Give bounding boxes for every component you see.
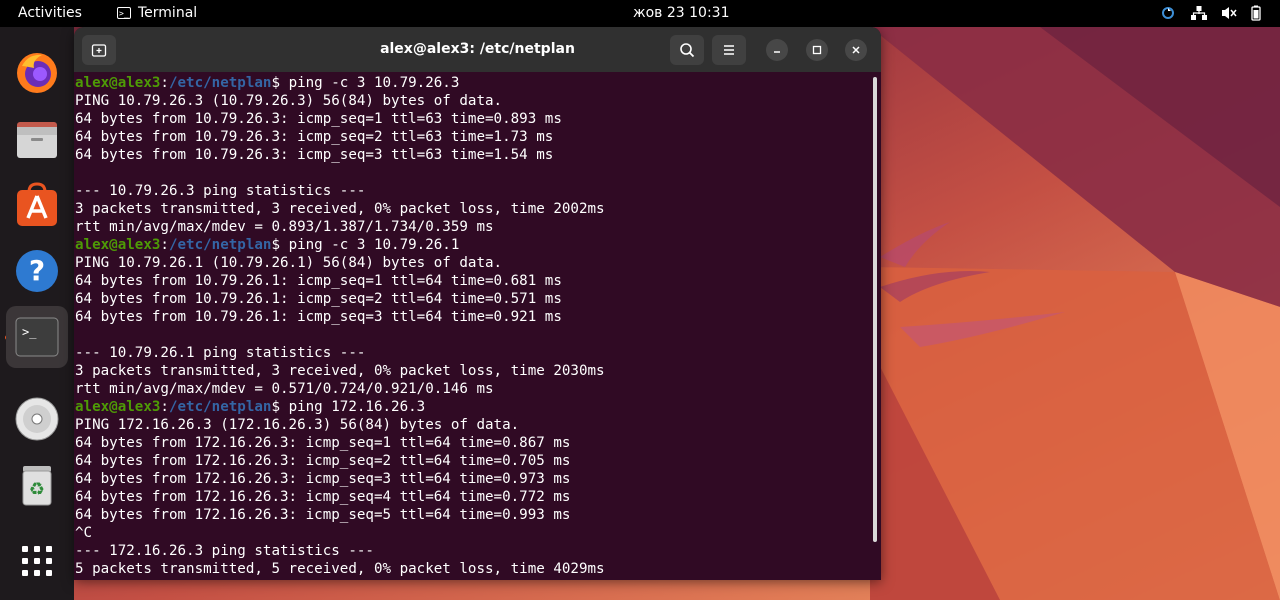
minimize-icon — [774, 51, 780, 53]
output-line: ^C — [75, 525, 93, 541]
updates-icon[interactable] — [1160, 5, 1176, 21]
output-line: --- 172.16.26.3 ping statistics --- — [75, 543, 374, 559]
output-line: 64 bytes from 172.16.26.3: icmp_seq=2 tt… — [75, 453, 571, 469]
top-bar: Activities >_ Terminal жов 23 10:31 — [0, 0, 1280, 27]
system-tray[interactable] — [1160, 5, 1266, 21]
output-line: PING 10.79.26.3 (10.79.26.3) 56(84) byte… — [75, 93, 503, 109]
svg-text:>_: >_ — [22, 325, 37, 339]
command-text: ping 172.16.26.3 — [288, 399, 426, 415]
svg-text:?: ? — [29, 254, 45, 287]
output-line: --- 10.79.26.1 ping statistics --- — [75, 345, 366, 361]
dock: ? >_ ♻ — [0, 27, 74, 600]
app-center-icon[interactable] — [6, 174, 68, 236]
output-line: 3 packets transmitted, 3 received, 0% pa… — [75, 201, 605, 217]
terminal-app-icon: >_ — [117, 7, 131, 19]
app-menu-label: Terminal — [138, 5, 198, 21]
command-text: ping -c 3 10.79.26.3 — [288, 75, 460, 91]
prompt-path: /etc/netplan — [168, 75, 272, 91]
output-line: 64 bytes from 10.79.26.1: icmp_seq=3 ttl… — [75, 309, 562, 325]
window-title: alex@alex3: /etc/netplan — [380, 41, 575, 57]
help-icon[interactable]: ? — [6, 240, 68, 302]
output-line: 64 bytes from 172.16.26.3: icmp_seq=1 tt… — [75, 435, 571, 451]
volume-muted-icon[interactable] — [1220, 5, 1237, 21]
disc-icon[interactable] — [6, 388, 68, 450]
command-text: ping -c 3 10.79.26.1 — [288, 237, 460, 253]
menu-button[interactable] — [712, 35, 746, 65]
hamburger-menu-icon — [724, 45, 734, 55]
maximize-button[interactable] — [806, 39, 828, 61]
files-icon[interactable] — [6, 108, 68, 170]
output-line: PING 10.79.26.1 (10.79.26.1) 56(84) byte… — [75, 255, 503, 271]
prompt-separator: : — [160, 237, 169, 253]
output-line: 5 packets transmitted, 5 received, 0% pa… — [75, 561, 605, 577]
output-line: PING 172.16.26.3 (172.16.26.3) 56(84) by… — [75, 417, 520, 433]
output-line: 64 bytes from 10.79.26.1: icmp_seq=1 ttl… — [75, 273, 562, 289]
close-button[interactable] — [845, 39, 867, 61]
prompt-path: /etc/netplan — [168, 237, 272, 253]
prompt-symbol: $ — [271, 237, 289, 253]
maximize-icon — [812, 45, 822, 55]
prompt-user: alex@alex3 — [75, 75, 161, 91]
network-icon[interactable] — [1190, 5, 1207, 21]
prompt-user: alex@alex3 — [75, 237, 161, 253]
output-line: 64 bytes from 172.16.26.3: icmp_seq=4 tt… — [75, 489, 571, 505]
prompt-line: alex@alex3:/etc/netplan$ ping 172.16.26.… — [75, 398, 865, 416]
output-line: 3 packets transmitted, 3 received, 0% pa… — [75, 363, 605, 379]
firefox-icon[interactable] — [6, 42, 68, 104]
prompt-separator: : — [160, 75, 169, 91]
show-apps-icon[interactable] — [6, 530, 68, 592]
terminal-icon[interactable]: >_ — [6, 306, 68, 368]
prompt-user: alex@alex3 — [75, 399, 161, 415]
battery-icon[interactable] — [1250, 5, 1266, 21]
header-bar: alex@alex3: /etc/netplan — [74, 27, 881, 72]
output-line: 64 bytes from 10.79.26.3: icmp_seq=3 ttl… — [75, 147, 554, 163]
prompt-symbol: $ — [271, 399, 289, 415]
output-line: 64 bytes from 10.79.26.3: icmp_seq=2 ttl… — [75, 129, 554, 145]
terminal-output[interactable]: alex@alex3:/etc/netplan$ ping -c 3 10.79… — [75, 74, 865, 580]
app-menu[interactable]: >_ Terminal — [117, 5, 197, 21]
output-line: 64 bytes from 10.79.26.3: icmp_seq=1 ttl… — [75, 111, 562, 127]
search-icon — [680, 43, 695, 58]
output-line: rtt min/avg/max/mdev = 0.571/0.724/0.921… — [75, 381, 494, 397]
prompt-line: alex@alex3:/etc/netplan$ ping -c 3 10.79… — [75, 74, 865, 92]
svg-text:♻: ♻ — [29, 479, 45, 500]
minimize-button[interactable] — [766, 39, 788, 61]
prompt-line: alex@alex3:/etc/netplan$ ping -c 3 10.79… — [75, 236, 865, 254]
trash-icon[interactable]: ♻ — [6, 454, 68, 516]
output-line: 64 bytes from 172.16.26.3: icmp_seq=3 tt… — [75, 471, 571, 487]
close-icon — [852, 46, 860, 54]
scrollbar[interactable] — [873, 77, 877, 542]
prompt-separator: : — [160, 399, 169, 415]
prompt-symbol: $ — [271, 75, 289, 91]
output-line: 64 bytes from 10.79.26.1: icmp_seq=2 ttl… — [75, 291, 562, 307]
clock[interactable]: жов 23 10:31 — [633, 5, 730, 21]
output-line: 64 bytes from 172.16.26.3: icmp_seq=5 tt… — [75, 507, 571, 523]
prompt-path: /etc/netplan — [168, 399, 272, 415]
terminal-window: alex@alex3: /etc/netplan alex@alex3:/etc… — [74, 27, 881, 580]
activities-button[interactable]: Activities — [18, 5, 82, 21]
output-line: rtt min/avg/max/mdev = 0.893/1.387/1.734… — [75, 219, 494, 235]
search-button[interactable] — [670, 35, 704, 65]
output-line: --- 10.79.26.3 ping statistics --- — [75, 183, 366, 199]
